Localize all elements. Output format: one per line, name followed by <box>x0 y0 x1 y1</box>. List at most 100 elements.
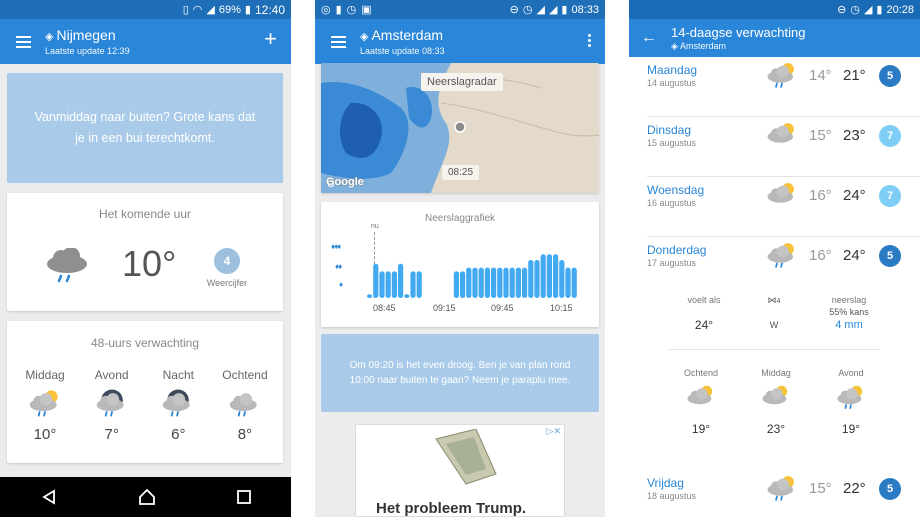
forecast-48h-item: Nacht 6° <box>148 368 208 443</box>
more-options-icon[interactable] <box>588 34 591 47</box>
grade-badge: 5 <box>879 478 901 500</box>
forecast-48h-row: Middag 10° Avond 7° Nacht 6° Ochtend 8° <box>15 368 275 443</box>
page-title: 14-daagse verwachting <box>671 24 806 40</box>
day-row[interactable]: Donderdag 17 augustus 16° 24° 5 <box>647 237 920 297</box>
day-part-label: Ochtend <box>683 368 719 378</box>
battery-icon: ▮ <box>244 4 251 16</box>
radar-map-card[interactable]: G Neerslagradar 08:25 Google <box>321 63 599 193</box>
day-max: 24° <box>843 187 866 204</box>
last-update: Laatste update 12:39 <box>45 46 130 56</box>
grade-badge: 5 <box>879 245 901 267</box>
battery-icon: ▮ <box>561 4 568 16</box>
rain-alert-text: Om 09:20 is het even droog. Ben je van p… <box>349 360 571 386</box>
sun-cloud-icon <box>765 121 799 154</box>
battery-icon: ▮ <box>876 4 883 16</box>
drops-medium-icon: ♦♦ <box>335 262 342 271</box>
day-row[interactable]: Woensdag 16 augustus 16° 24° 7 <box>647 177 920 237</box>
precip-tick-label: 08:45 <box>373 303 396 313</box>
day-max: 21° <box>843 67 866 84</box>
next-hour-card[interactable]: Het komende uur 10° 4 Weercijfer <box>7 193 283 311</box>
day-part-temp: 19° <box>691 422 711 436</box>
feels-label: voelt als <box>687 295 721 305</box>
recents-nav-icon[interactable] <box>236 490 251 504</box>
moon-cloud-rain-icon <box>148 388 208 422</box>
precip-amount: 4 mm <box>835 319 863 331</box>
status-time: 08:33 <box>571 3 599 16</box>
grade-label: Weercijfer <box>206 278 248 288</box>
precip-tick-label: 09:15 <box>433 303 456 313</box>
day-date: 18 augustus <box>647 491 697 501</box>
rain-alert-card[interactable]: Om 09:20 is het even droog. Ben je van p… <box>321 334 599 412</box>
rain-alert-card[interactable]: Vanmiddag naar buiten? Grote kans dat je… <box>7 73 283 183</box>
google-logo: Google <box>326 176 364 188</box>
signal-icon: ◢ <box>863 4 873 16</box>
precip-label: neerslag <box>831 295 867 305</box>
status-time: 20:28 <box>886 3 914 16</box>
wind-direction: W <box>769 320 779 330</box>
day-name: Woensdag <box>647 183 705 197</box>
day-row[interactable]: Vrijdag 18 augustus 15° 22° 5 <box>647 470 920 517</box>
day-name: Maandag <box>647 63 698 77</box>
cloud-rain-icon <box>47 248 87 283</box>
dnd-icon: ⊖ <box>837 4 847 16</box>
vibrate-icon: ▯ <box>182 4 189 16</box>
day-min: 16° <box>809 187 832 204</box>
precip-bar <box>497 267 503 298</box>
precip-tick-label: 09:45 <box>491 303 514 313</box>
precip-graph-card[interactable]: Neerslaggrafiek ♦♦♦ ♦♦ ♦ nu 08:45 09:15 09… <box>321 202 599 327</box>
day-details: voelt als 24° ⋈4 W neerslag 55% kans 4 m… <box>629 290 920 460</box>
day-name: Vrijdag <box>647 476 684 490</box>
day-part: Middag 23° <box>746 368 806 436</box>
screen-nijmegen: ▯ ◠ ◢ 69% ▮ 12:40 ◈ Nijmegen Laatste upda… <box>0 0 291 517</box>
details-divider <box>669 349 880 350</box>
back-arrow-icon[interactable]: ← <box>641 29 657 47</box>
day-part: Avond 19° <box>821 368 881 436</box>
forecast-temp: 7° <box>104 426 119 443</box>
money-image <box>435 429 497 485</box>
ad-banner[interactable]: ▷✕ Het probleem Trump. <box>355 424 565 517</box>
day-max: 23° <box>843 127 866 144</box>
forecast-period: Avond <box>94 368 129 382</box>
grade-badge: 7 <box>879 185 901 207</box>
day-date: 16 augustus <box>647 198 697 208</box>
radar-time: 08:25 <box>442 165 480 180</box>
wind-icon: ⋈4 <box>767 295 781 305</box>
navigation-bar <box>0 477 291 517</box>
precip-bar <box>515 267 521 298</box>
forecast-48h-item: Middag 10° <box>15 368 75 443</box>
app-bar: ← 14-daagse verwachting ◈ Amsterdam <box>629 19 920 57</box>
back-nav-icon[interactable] <box>41 489 57 505</box>
add-location-button[interactable]: + <box>264 28 277 50</box>
day-row[interactable]: Dinsdag 15 augustus 15° 23° 7 <box>647 117 920 177</box>
alarm-icon: ◷ <box>850 4 860 16</box>
precip-bar <box>391 271 397 298</box>
day-name: Dinsdag <box>647 123 692 137</box>
forecast-48h-title: 48-uurs verwachting <box>90 336 200 350</box>
sun-cloud-icon <box>671 384 731 416</box>
menu-icon[interactable] <box>16 35 31 48</box>
location-icon: ◈ <box>45 31 54 43</box>
precip-bar <box>509 267 515 298</box>
forecast-period: Middag <box>25 368 65 382</box>
ad-choices-icon[interactable]: ▷✕ <box>547 426 561 437</box>
location-name: Amsterdam <box>371 27 444 43</box>
precip-bar <box>385 271 391 298</box>
forecast-period: Ochtend <box>222 368 268 382</box>
precip-bar <box>398 263 404 298</box>
precip-bar <box>534 260 540 298</box>
forecast-48h-card[interactable]: 48-uurs verwachting Middag 10° Avond 7° Nach… <box>7 321 283 463</box>
rain-alert-text: Vanmiddag naar buiten? Grote kans dat je… <box>34 110 256 145</box>
location-name: Nijmegen <box>56 27 116 43</box>
precip-bars <box>367 254 577 298</box>
sun-cloud-rain-icon <box>765 474 799 507</box>
image-icon: ▣ <box>361 4 372 16</box>
precip-bar <box>460 271 466 298</box>
home-nav-icon[interactable] <box>138 488 156 506</box>
precip-bar <box>379 271 385 298</box>
signal-icon: ◢ <box>206 4 215 16</box>
menu-icon[interactable] <box>331 35 346 48</box>
status-bar: ▯ ◠ ◢ 69% ▮ 12:40 <box>0 0 291 19</box>
day-row[interactable]: Maandag 14 augustus 14° 21° 5 <box>647 57 920 117</box>
ad-headline: Het probleem Trump. <box>376 500 527 517</box>
forecast-temp: 8° <box>237 426 253 443</box>
